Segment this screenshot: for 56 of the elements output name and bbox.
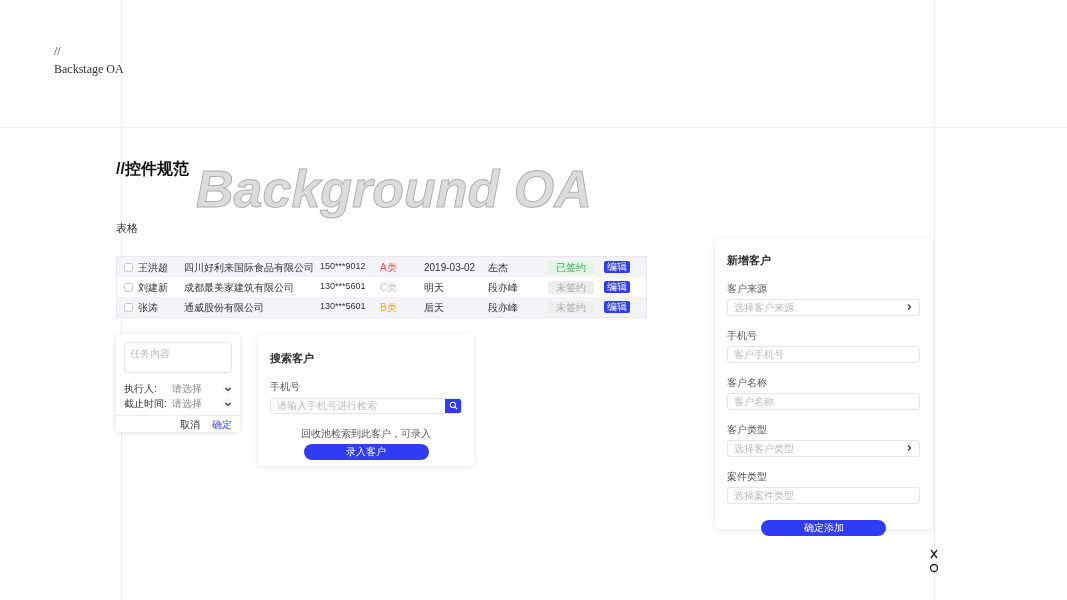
select-field[interactable]: 截止时间: 请选择 (116, 396, 240, 411)
field-label: 案件类型 (727, 470, 768, 483)
table-cell-text: 左杰 (488, 260, 509, 275)
field-label: 手机号 (727, 329, 758, 342)
status-badge: 已签约 (548, 260, 594, 274)
cancel-button[interactable]: 取消 (180, 416, 200, 432)
add-customer-button[interactable]: 录入客户 (303, 443, 429, 460)
chevron-icon (905, 444, 913, 452)
card-title: 搜索客户 (270, 351, 315, 366)
table-cell-text: 130***5601 (320, 300, 367, 314)
brand-mark: // (54, 44, 62, 58)
table-cell-text: 成都最美家建筑有限公司 (184, 280, 295, 295)
brand-name: Backstage OA (54, 61, 124, 77)
table-cell-text: 王洪超 (138, 260, 169, 275)
row-checkbox[interactable] (124, 282, 133, 292)
table-cell-text: 后天 (424, 300, 445, 315)
confirm-add-button[interactable]: 确定添加 (761, 519, 886, 536)
table-cell-text: 明天 (424, 280, 445, 295)
field-label: 手机号 (270, 379, 301, 394)
hint-text: 回收池检索到此客户，可录入 (301, 426, 431, 441)
table-cell-text: 段亦峰 (488, 300, 519, 315)
table-cell-text: 2019-03-02 (424, 260, 477, 275)
edit-button[interactable]: 编辑 (604, 281, 630, 293)
edit-button[interactable]: 编辑 (604, 301, 630, 313)
field-label: 客户类型 (727, 423, 768, 436)
confirm-button[interactable]: 确定 (212, 416, 232, 432)
section-title: //控件规范 (116, 159, 189, 179)
search-field[interactable]: 请输入手机号进行检索 (270, 397, 462, 414)
table-cell-text: 张涛 (138, 300, 159, 315)
field-label: 截止时间: (124, 397, 168, 411)
chevron-icon (905, 303, 913, 311)
table-cell-text: 150***9012 (320, 260, 367, 274)
table-cell-text: B类 (380, 300, 398, 315)
table-title: 表格 (116, 221, 139, 235)
card-title: 新增客户 (727, 253, 772, 268)
field-label: 客户来源 (727, 282, 768, 295)
task-input[interactable]: 任务内容 (124, 342, 232, 373)
field-label: 执行人: (124, 382, 158, 396)
table-cell-text: 通威股份有限公司 (184, 300, 265, 315)
row-checkbox[interactable] (124, 262, 133, 272)
select-value: 请选择 (172, 382, 203, 396)
edit-button[interactable]: 编辑 (604, 261, 630, 273)
table-cell-text: A类 (380, 260, 398, 275)
row-checkbox[interactable] (124, 302, 133, 312)
field-label: 客户名称 (727, 376, 768, 389)
table-cell-text: 段亦峰 (488, 280, 519, 295)
search-icon[interactable] (445, 398, 461, 413)
table-cell-text: 四川好利来国际食品有限公司 (184, 260, 315, 275)
watermark-text: Background OA (196, 161, 592, 217)
table-cell-text: 130***5601 (320, 280, 367, 294)
table-cell-text: 刘建新 (138, 280, 169, 295)
cross-circle-icon (929, 548, 939, 573)
select-field[interactable]: 执行人: 请选择 (116, 381, 240, 396)
select-value: 请选择 (172, 397, 203, 411)
input-field[interactable]: 客户手机号 (727, 345, 920, 363)
input-field[interactable]: 客户名称 (727, 392, 920, 410)
